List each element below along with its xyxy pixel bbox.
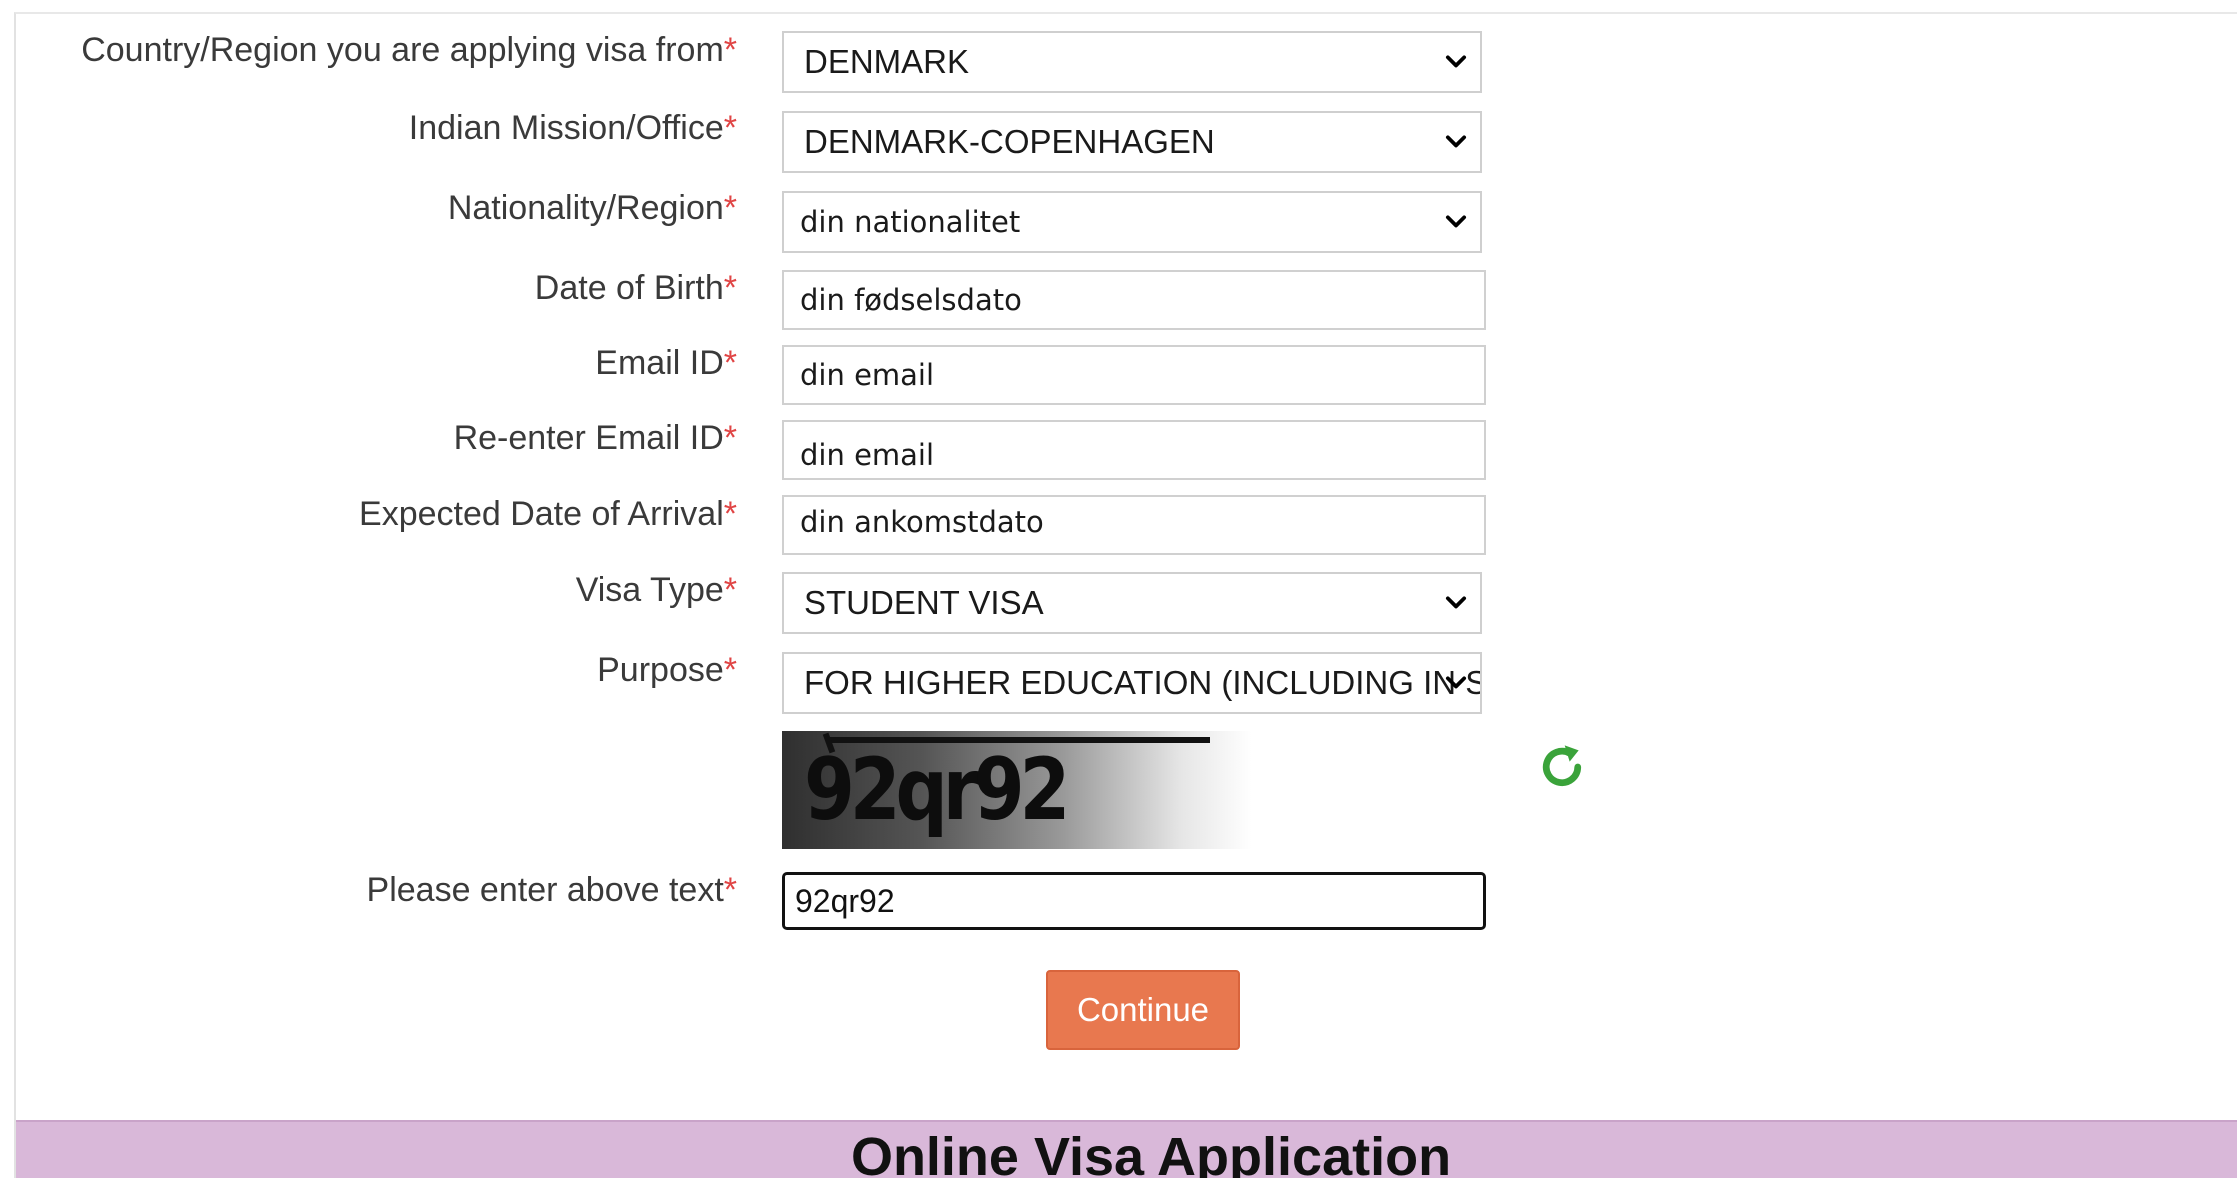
chevron-down-icon	[1445, 55, 1467, 68]
mission-label: Indian Mission/Office*	[408, 109, 737, 147]
captcha-label: Please enter above text*	[366, 871, 737, 909]
email-label: Email ID*	[595, 344, 737, 382]
captcha-input-value: 92qr92	[795, 882, 895, 919]
captcha-input[interactable]: 92qr92	[782, 872, 1486, 930]
nationality-select[interactable]: din nationalitet	[782, 191, 1482, 253]
arrival-input[interactable]: din ankomstdato	[782, 495, 1486, 555]
mission-select-value: DENMARK-COPENHAGEN	[804, 123, 1215, 160]
banner-title: Online Visa Application	[850, 1127, 1452, 1178]
country-label: Country/Region you are applying visa fro…	[81, 31, 737, 69]
captcha-image-text: 92qr92	[804, 740, 1070, 840]
dob-input-value: din fødselsdato	[800, 283, 1022, 317]
chevron-down-icon	[1445, 596, 1467, 609]
email-input-value: din email	[800, 358, 935, 392]
email-confirm-input-value: din email	[800, 438, 935, 472]
dob-input[interactable]: din fødselsdato	[782, 270, 1486, 330]
country-select[interactable]: DENMARK	[782, 31, 1482, 93]
visa-type-select-value: STUDENT VISA	[804, 584, 1044, 621]
chevron-down-icon	[1445, 135, 1467, 148]
dob-label: Date of Birth*	[534, 269, 737, 307]
continue-button[interactable]: Continue	[1046, 970, 1240, 1050]
purpose-select[interactable]: FOR HIGHER EDUCATION (INCLUDING IN SCIEN…	[782, 652, 1482, 714]
country-select-value: DENMARK	[804, 43, 970, 80]
nationality-select-value: din nationalitet	[800, 205, 1021, 239]
chevron-down-icon	[1445, 676, 1467, 689]
purpose-select-value: FOR HIGHER EDUCATION (INCLUDING IN SCIEN…	[804, 664, 1480, 701]
email-input[interactable]: din email	[782, 345, 1486, 405]
arrival-label: Expected Date of Arrival*	[359, 495, 737, 533]
email-confirm-label: Re-enter Email ID*	[453, 419, 737, 457]
arrival-input-value: din ankomstdato	[800, 505, 1044, 539]
chevron-down-icon	[1445, 215, 1467, 228]
visa-type-select[interactable]: STUDENT VISA	[782, 572, 1482, 634]
purpose-label: Purpose*	[597, 651, 737, 689]
refresh-icon[interactable]	[1535, 740, 1589, 794]
page-banner: Online Visa Application	[16, 1120, 2237, 1178]
nationality-label: Nationality/Region*	[447, 189, 737, 227]
visa-type-label: Visa Type*	[575, 571, 737, 609]
mission-select[interactable]: DENMARK-COPENHAGEN	[782, 111, 1482, 173]
captcha-image: 92qr92	[782, 731, 1252, 849]
email-confirm-input[interactable]: din email	[782, 420, 1486, 480]
